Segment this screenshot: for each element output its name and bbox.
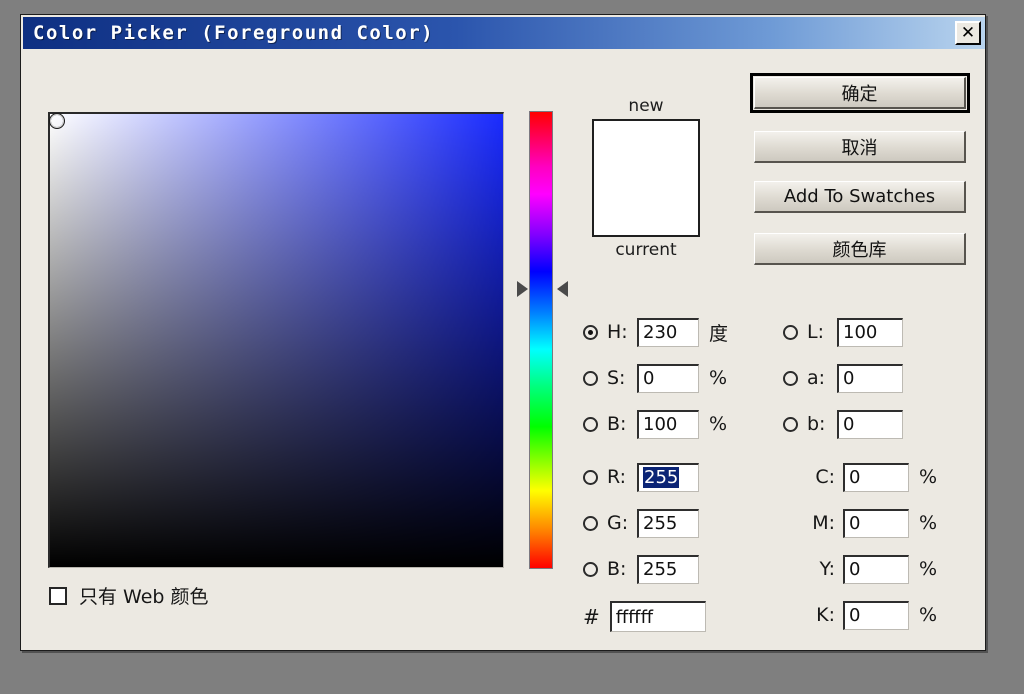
cancel-button[interactable]: 取消 <box>754 131 966 163</box>
input-saturation[interactable]: 0 <box>637 364 699 393</box>
close-icon[interactable]: ✕ <box>955 21 981 45</box>
label-saturation: S: <box>607 367 637 389</box>
input-magenta[interactable]: 0 <box>843 509 909 538</box>
field-row-key: K: 0 % <box>783 600 937 630</box>
spacer-yellow <box>783 562 798 577</box>
field-row-brightness: B: 100 % <box>583 409 727 439</box>
spacer-cyan <box>783 470 798 485</box>
input-cyan[interactable]: 0 <box>843 463 909 492</box>
field-row-saturation: S: 0 % <box>583 363 727 393</box>
input-red-value: 255 <box>643 467 679 488</box>
hue-gradient-bar[interactable] <box>529 111 553 569</box>
web-colors-label: 只有 Web 颜色 <box>79 582 209 609</box>
unit-yellow: % <box>919 558 937 580</box>
label-magenta: M: <box>807 512 835 534</box>
button-column: 确定 取消 Add To Swatches 颜色库 <box>754 77 966 283</box>
label-hue: H: <box>607 321 637 343</box>
unit-hue: 度 <box>709 319 728 346</box>
color-libraries-button[interactable]: 颜色库 <box>754 233 966 265</box>
field-row-hue: H: 230 度 <box>583 317 728 347</box>
input-blue[interactable]: 255 <box>637 555 699 584</box>
label-green: G: <box>607 512 637 534</box>
radio-hue[interactable] <box>583 325 598 340</box>
label-lab-a: a: <box>807 367 837 389</box>
input-yellow[interactable]: 0 <box>843 555 909 584</box>
hex-input[interactable]: ffffff <box>610 601 706 632</box>
preview-new-label: new <box>583 95 709 117</box>
color-preview: new current <box>583 95 709 261</box>
field-row-green: G: 255 <box>583 508 699 538</box>
label-lightness: L: <box>807 321 837 343</box>
field-row-magenta: M: 0 % <box>783 508 937 538</box>
ok-button[interactable]: 确定 <box>754 77 966 109</box>
input-brightness[interactable]: 100 <box>637 410 699 439</box>
dialog-body: new current 确定 取消 Add To Swatches 颜色库 H:… <box>23 51 985 648</box>
field-row-lab-b: b: 0 <box>783 409 903 439</box>
input-lightness[interactable]: 100 <box>837 318 903 347</box>
web-colors-checkbox[interactable] <box>49 587 67 605</box>
preview-swatch[interactable] <box>592 119 700 237</box>
field-row-lightness: L: 100 <box>783 317 903 347</box>
spacer-magenta <box>783 516 798 531</box>
hue-marker-right-icon[interactable] <box>557 281 568 297</box>
unit-key: % <box>919 604 937 626</box>
label-blue: B: <box>607 558 637 580</box>
field-row-cyan: C: 0 % <box>783 462 937 492</box>
titlebar: Color Picker (Foreground Color) ✕ <box>23 17 985 49</box>
radio-lab-a[interactable] <box>783 371 798 386</box>
input-key[interactable]: 0 <box>843 601 909 630</box>
label-red: R: <box>607 466 637 488</box>
hex-hash-label: # <box>583 605 600 629</box>
input-hue[interactable]: 230 <box>637 318 699 347</box>
field-row-yellow: Y: 0 % <box>783 554 937 584</box>
radio-brightness[interactable] <box>583 417 598 432</box>
label-brightness: B: <box>607 413 637 435</box>
unit-cyan: % <box>919 466 937 488</box>
unit-magenta: % <box>919 512 937 534</box>
input-lab-b[interactable]: 0 <box>837 410 903 439</box>
add-to-swatches-button[interactable]: Add To Swatches <box>754 181 966 213</box>
unit-brightness: % <box>709 413 727 435</box>
window-title: Color Picker (Foreground Color) <box>33 22 955 44</box>
web-colors-row[interactable]: 只有 Web 颜色 <box>49 582 209 609</box>
radio-saturation[interactable] <box>583 371 598 386</box>
color-field-cursor[interactable] <box>49 113 65 129</box>
label-yellow: Y: <box>807 558 835 580</box>
hue-slider[interactable] <box>523 111 557 569</box>
label-key: K: <box>807 604 835 626</box>
radio-green[interactable] <box>583 516 598 531</box>
field-row-lab-a: a: 0 <box>783 363 903 393</box>
field-row-red: R: 255 <box>583 462 699 492</box>
label-cyan: C: <box>807 466 835 488</box>
radio-lab-b[interactable] <box>783 417 798 432</box>
color-gradient-area[interactable] <box>50 114 503 567</box>
color-picker-dialog: Color Picker (Foreground Color) ✕ new cu… <box>20 14 986 651</box>
radio-blue[interactable] <box>583 562 598 577</box>
hex-row: # ffffff <box>583 601 706 632</box>
input-red[interactable]: 255 <box>637 463 699 492</box>
input-lab-a[interactable]: 0 <box>837 364 903 393</box>
label-lab-b: b: <box>807 413 837 435</box>
input-green[interactable]: 255 <box>637 509 699 538</box>
radio-lightness[interactable] <box>783 325 798 340</box>
radio-red[interactable] <box>583 470 598 485</box>
hue-marker-left-icon[interactable] <box>517 281 528 297</box>
spacer-key <box>783 608 798 623</box>
unit-saturation: % <box>709 367 727 389</box>
field-row-blue: B: 255 <box>583 554 699 584</box>
preview-current-label: current <box>583 239 709 261</box>
desktop-background: Color Picker (Foreground Color) ✕ new cu… <box>0 0 1024 694</box>
saturation-brightness-field[interactable] <box>48 112 504 568</box>
